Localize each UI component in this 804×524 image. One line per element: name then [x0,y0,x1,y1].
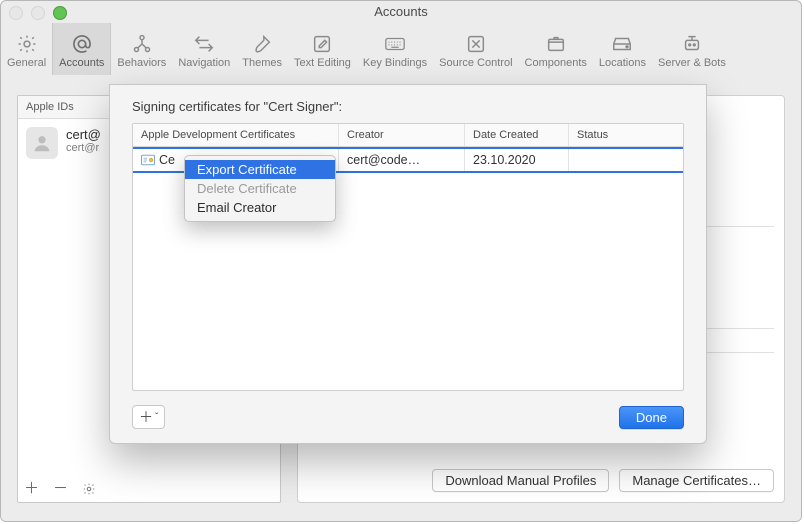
box-icon [545,33,567,55]
column-creator[interactable]: Creator [339,124,465,146]
tab-label: Accounts [59,57,104,69]
tab-label: General [7,57,46,69]
tab-label: Source Control [439,57,512,69]
window-title: Accounts [1,4,801,19]
avatar [26,127,58,159]
manage-certificates-button[interactable]: Manage Certificates… [619,469,774,492]
gear-icon [16,33,38,55]
keyboard-icon [384,33,406,55]
tab-accounts[interactable]: Accounts [52,23,111,75]
tab-server-bots[interactable]: Server & Bots [652,23,732,75]
cell-date: 23.10.2020 [465,149,569,171]
compose-icon [311,33,333,55]
table-header: Apple Development Certificates Creator D… [133,124,683,147]
cell-status [569,149,683,171]
add-certificate-menu[interactable]: ＋ ˇ [132,405,165,429]
chevron-down-icon: ˇ [155,412,158,423]
tab-general[interactable]: General [1,23,52,75]
right-panel-buttons: Download Manual Profiles Manage Certific… [432,469,774,492]
tab-locations[interactable]: Locations [593,23,652,75]
cell-name-text: Ce [159,153,175,167]
at-icon [71,33,93,55]
swap-icon [193,33,215,55]
column-name[interactable]: Apple Development Certificates [133,124,339,146]
tab-label: Behaviors [117,57,166,69]
tab-label: Key Bindings [363,57,427,69]
tab-components[interactable]: Components [519,23,593,75]
column-date[interactable]: Date Created [465,124,569,146]
tab-behaviors[interactable]: Behaviors [111,23,172,75]
download-profiles-button[interactable]: Download Manual Profiles [432,469,609,492]
tab-label: Text Editing [294,57,351,69]
accounts-window: Accounts General Accounts [0,0,802,522]
certificates-sheet: Signing certificates for "Cert Signer": … [109,84,707,444]
plus-icon: ＋ [139,407,153,427]
tab-key-bindings[interactable]: Key Bindings [357,23,433,75]
add-account-button[interactable]: ＋ [24,481,39,496]
nodes-icon [131,33,153,55]
tab-label: Navigation [178,57,230,69]
done-button[interactable]: Done [619,406,684,429]
tab-label: Locations [599,57,646,69]
tab-source-control[interactable]: Source Control [433,23,518,75]
account-email: cert@ [66,127,101,142]
account-lines: cert@ cert@r [66,127,101,154]
preferences-toolbar: General Accounts Behaviors [1,23,801,76]
tab-label: Server & Bots [658,57,726,69]
certificate-icon [141,153,155,167]
brush-icon [251,33,273,55]
account-settings-button[interactable] [82,482,96,496]
tab-label: Themes [242,57,282,69]
menu-item-delete-certificate[interactable]: Delete Certificate [185,179,335,198]
menu-item-email-creator[interactable]: Email Creator [185,198,335,217]
drive-icon [611,33,633,55]
sidebar-footer: ＋ － [24,481,96,496]
certificate-context-menu: Export Certificate Delete Certificate Em… [184,155,336,222]
tab-navigation[interactable]: Navigation [172,23,236,75]
column-status[interactable]: Status [569,124,683,146]
tab-text-editing[interactable]: Text Editing [288,23,357,75]
tab-themes[interactable]: Themes [236,23,288,75]
account-subtext: cert@r [66,142,101,154]
menu-item-export-certificate[interactable]: Export Certificate [185,160,335,179]
robot-icon [681,33,703,55]
branch-icon [465,33,487,55]
sheet-bottom-bar: ＋ ˇ Done [132,405,684,429]
cell-creator: cert@code… [339,149,465,171]
sheet-title: Signing certificates for "Cert Signer": [132,99,342,114]
tab-label: Components [525,57,587,69]
remove-account-button[interactable]: － [53,481,68,496]
